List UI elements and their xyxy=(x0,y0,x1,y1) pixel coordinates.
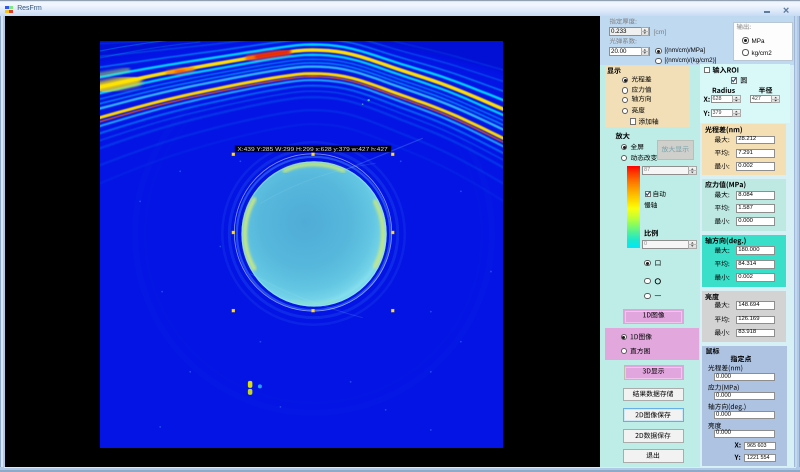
svg-text:X:439 Y:285 W:299 H:299 x:628: X:439 Y:285 W:299 H:299 x:628 y:379 w:42… xyxy=(237,147,388,153)
